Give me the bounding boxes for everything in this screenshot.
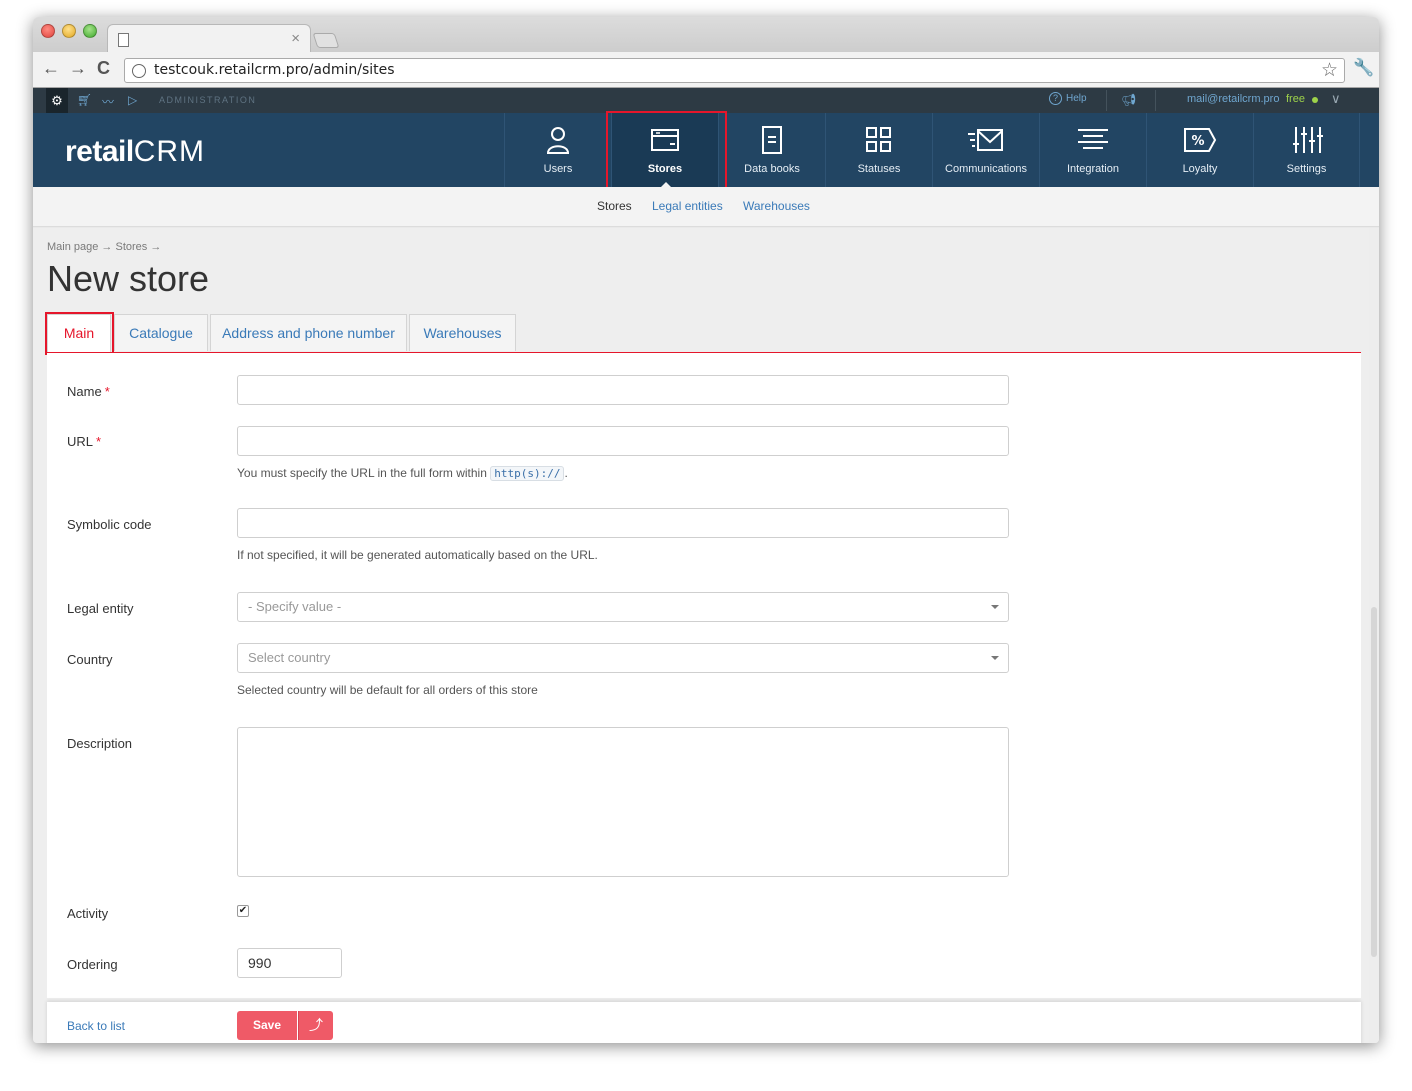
save-and-exit-button[interactable]: ⤴ <box>298 1011 333 1040</box>
svg-text:%: % <box>1191 134 1204 149</box>
sliders-icon <box>1254 113 1359 153</box>
integration-lines-icon <box>1040 113 1146 153</box>
gear-icon[interactable]: ⚙ <box>46 88 68 113</box>
country-select[interactable]: Select country <box>237 643 1009 673</box>
tab-catalogue[interactable]: Catalogue <box>114 314 208 351</box>
tab-warehouses[interactable]: Warehouses <box>409 314 516 351</box>
retailcrm-logo[interactable]: retailCRM <box>65 135 205 169</box>
page-content: Main page → Stores → New store Main Cata… <box>33 228 1379 1043</box>
envelope-icon <box>933 113 1039 153</box>
reload-icon[interactable]: C <box>97 58 110 79</box>
wrench-icon[interactable]: 🔧 <box>1353 58 1374 78</box>
close-window-button[interactable] <box>41 24 55 38</box>
site-info-icon[interactable] <box>132 64 146 78</box>
help-icon: ? <box>1049 92 1062 105</box>
statuses-grid-icon <box>826 113 932 153</box>
analytics-icon[interactable]: 〰 <box>102 93 114 110</box>
symbolic-code-input[interactable] <box>237 508 1009 538</box>
breadcrumb[interactable]: Main page → Stores → <box>47 241 161 253</box>
subnav-warehouses[interactable]: Warehouses <box>743 199 810 213</box>
nav-item-statuses[interactable]: Statuses <box>825 113 932 187</box>
country-label: Country <box>67 652 113 667</box>
url-protocol-code: http(s):// <box>490 466 565 481</box>
name-input[interactable] <box>237 375 1009 405</box>
legal-entity-label: Legal entity <box>67 601 134 616</box>
plan-badge: free <box>1286 93 1305 105</box>
browser-tab-strip: × <box>33 17 1379 53</box>
nav-item-loyalty[interactable]: % Loyalty <box>1146 113 1253 187</box>
nav-item-data-books[interactable]: Data books <box>718 113 825 187</box>
dropdown-caret-icon <box>991 656 999 660</box>
minimize-window-button[interactable] <box>62 24 76 38</box>
browser-toolbar: ← → C testcouk.retailcrm.pro/admin/sites… <box>33 52 1379 88</box>
symbolic-code-hint: If not specified, it will be generated a… <box>237 548 598 562</box>
subnav-stores[interactable]: Stores <box>597 199 632 213</box>
admin-bar-divider <box>1106 90 1107 111</box>
form-panel: Name * URL * You must specify the URL in t… <box>47 353 1361 998</box>
nav-item-integration[interactable]: Integration <box>1039 113 1146 187</box>
admin-bar: ⚙ 🛒︎ 〰 ▷ ADMINISTRATION ? Help 📢︎ mail@re… <box>33 88 1379 113</box>
dropdown-caret-icon <box>991 605 999 609</box>
activity-checkbox[interactable]: ✔ <box>237 905 249 917</box>
name-label: Name * <box>67 384 110 399</box>
browser-window: × ← → C testcouk.retailcrm.pro/admin/sit… <box>33 17 1379 1043</box>
megaphone-icon[interactable]: 📢︎ <box>1121 93 1136 107</box>
ordering-label: Ordering <box>67 957 118 972</box>
url-hint: You must specify the URL in the full for… <box>237 466 568 481</box>
close-tab-icon[interactable]: × <box>291 30 300 47</box>
nav-item-users[interactable]: Users <box>504 113 611 187</box>
subnav-legal-entities[interactable]: Legal entities <box>652 199 723 213</box>
forward-arrow-icon[interactable]: → <box>69 58 87 79</box>
store-window-icon <box>612 113 718 153</box>
book-icon <box>719 113 825 154</box>
description-label: Description <box>67 736 133 751</box>
online-status-dot <box>1312 97 1318 103</box>
sub-navigation: Stores Legal entities Warehouses <box>33 187 1379 231</box>
ordering-input[interactable]: 990 <box>237 948 342 978</box>
legal-entity-select[interactable]: - Specify value - <box>237 592 1009 622</box>
back-arrow-icon[interactable]: ← <box>42 58 60 79</box>
url-input[interactable] <box>237 426 1009 456</box>
window-controls <box>41 24 97 38</box>
url-text[interactable]: testcouk.retailcrm.pro/admin/sites <box>154 62 395 78</box>
nav-item-settings[interactable]: Settings <box>1253 113 1360 187</box>
address-bar[interactable]: testcouk.retailcrm.pro/admin/sites ☆ <box>124 58 1345 83</box>
back-to-list-link[interactable]: Back to list <box>67 1019 125 1033</box>
administration-label: ADMINISTRATION <box>159 95 257 105</box>
nav-item-communications[interactable]: Communications <box>932 113 1039 187</box>
cart-icon[interactable]: 🛒︎ <box>77 93 92 107</box>
page-icon <box>118 33 129 47</box>
percent-tag-icon: % <box>1147 113 1253 153</box>
chevron-down-icon[interactable]: ∨ <box>1331 91 1341 107</box>
user-icon <box>505 113 611 154</box>
new-tab-button[interactable] <box>312 33 340 48</box>
browser-tab[interactable]: × <box>107 24 311 53</box>
help-link[interactable]: ? Help <box>1049 92 1087 105</box>
country-hint: Selected country will be default for all… <box>237 683 538 697</box>
tab-address-and-phone[interactable]: Address and phone number <box>210 314 407 351</box>
nav-item-stores[interactable]: Stores <box>611 113 718 187</box>
activity-label: Activity <box>67 906 109 921</box>
save-button[interactable]: Save <box>237 1011 297 1040</box>
form-footer-bar: Back to list Save ⤴ <box>47 1002 1361 1043</box>
main-navigation: retailCRM Users Stores Data books Status… <box>33 113 1379 187</box>
bookmark-star-icon[interactable]: ☆ <box>1321 59 1338 82</box>
play-icon[interactable]: ▷ <box>128 93 137 107</box>
description-textarea[interactable] <box>237 727 1009 877</box>
symbolic-code-label: Symbolic code <box>67 517 152 532</box>
tab-main[interactable]: Main <box>47 314 111 353</box>
page-title: New store <box>47 258 210 299</box>
scrollbar-thumb[interactable] <box>1371 607 1377 957</box>
url-label: URL * <box>67 434 102 449</box>
user-email[interactable]: mail@retailcrm.pro <box>1187 93 1279 105</box>
admin-bar-divider <box>1155 90 1156 111</box>
help-label: Help <box>1066 93 1087 104</box>
maximize-window-button[interactable] <box>83 24 97 38</box>
